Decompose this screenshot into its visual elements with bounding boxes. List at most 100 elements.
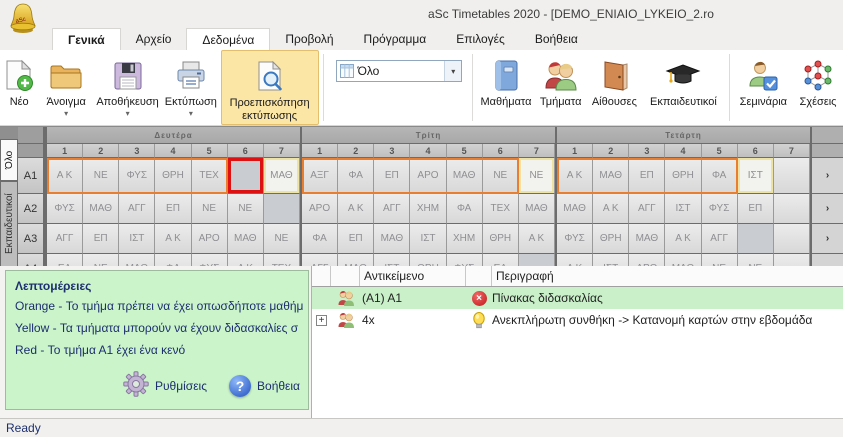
timetable-cell[interactable]: ΦΑ xyxy=(155,254,191,266)
timetable-cell[interactable]: ΕΠ xyxy=(155,194,191,224)
timetable-cell[interactable]: Α Κ xyxy=(155,224,191,254)
timetable-cell[interactable]: ΤΕΧ xyxy=(192,158,228,194)
timetable-cell[interactable]: ΙΣΤ xyxy=(119,224,155,254)
timetable-cell[interactable]: ΕΛ xyxy=(483,254,519,266)
timetable-cell[interactable]: ΜΑΘ xyxy=(119,254,155,266)
timetable-cell[interactable]: ΕΠ xyxy=(629,158,665,194)
timetable-cell[interactable]: ΘΡΗ xyxy=(155,158,191,194)
timetable-cell[interactable]: ΜΑΘ xyxy=(593,158,629,194)
new-button[interactable]: Νέο xyxy=(0,50,38,125)
timetable-cell[interactable]: ΜΑΘ xyxy=(374,224,410,254)
timetable-cell[interactable]: ΝΕ xyxy=(483,158,519,194)
combo-dropdown-arrow-icon[interactable]: ▾ xyxy=(444,61,461,81)
classes-button[interactable]: Τμήματα xyxy=(535,50,587,125)
tab-epiloges[interactable]: Επιλογές xyxy=(441,28,520,50)
settings-gear-icon[interactable] xyxy=(123,371,149,400)
timetable-cell[interactable]: ΜΑΘ xyxy=(665,254,701,266)
timetable-cell[interactable]: ΦΑ xyxy=(447,194,483,224)
rooms-button[interactable]: Αίθουσες xyxy=(587,50,643,125)
timetable-cell[interactable]: ΙΣΤ xyxy=(665,194,701,224)
issues-header-object[interactable]: Αντικείμενο xyxy=(360,266,466,286)
timetable-cell[interactable]: ΝΕ xyxy=(264,224,300,254)
help-button[interactable]: Βοήθεια xyxy=(257,379,300,393)
timetable-cell[interactable]: ΑΓΓ xyxy=(302,254,338,266)
timetable-cell[interactable]: ΦΑ xyxy=(302,224,338,254)
timetable-cell[interactable]: ΦΑ xyxy=(702,158,738,194)
dropdown-caret-icon[interactable]: ▾ xyxy=(189,109,193,118)
subjects-button[interactable]: Μαθήματα xyxy=(477,50,535,125)
row-overflow-marker[interactable]: › xyxy=(810,254,843,266)
timetable-cell[interactable]: ΘΡΗ xyxy=(665,158,701,194)
dropdown-caret-icon[interactable]: ▾ xyxy=(126,109,130,118)
timetable-cell[interactable]: ΑΡΟ xyxy=(410,158,446,194)
timetable-cell[interactable]: ΘΡΗ xyxy=(483,224,519,254)
timetable-cell[interactable] xyxy=(774,194,810,224)
timetable-cell[interactable]: ΕΠ xyxy=(738,194,774,224)
timetable-cell[interactable]: ΑΞΓ xyxy=(302,158,338,194)
relations-button[interactable]: Σχέσεις xyxy=(793,50,843,125)
timetable-cell[interactable]: ΕΛ xyxy=(47,254,83,266)
timetable-cell[interactable]: ΜΑΘ xyxy=(447,158,483,194)
timetable-cell[interactable]: ΑΓΓ xyxy=(374,194,410,224)
timetable-cell[interactable] xyxy=(519,254,555,266)
seminars-button[interactable]: Σεμινάρια xyxy=(734,50,793,125)
timetable-cell[interactable]: Α Κ xyxy=(557,254,593,266)
timetable-cell[interactable]: ΦΥΣ xyxy=(119,158,155,194)
timetable-cell[interactable]: ΑΓΓ xyxy=(702,224,738,254)
tab-programma[interactable]: Πρόγραμμα xyxy=(349,28,442,50)
row-overflow-marker[interactable]: › xyxy=(810,224,843,254)
timetable-cell[interactable]: ΜΑΘ xyxy=(83,194,119,224)
tab-voitheia[interactable]: Βοήθεια xyxy=(520,28,593,50)
timetable-cell[interactable]: ΝΕ xyxy=(228,194,264,224)
tab-provoli[interactable]: Προβολή xyxy=(270,28,348,50)
timetable-cell[interactable]: ΑΡΟ xyxy=(629,254,665,266)
save-button[interactable]: Αποθήκευση ▾ xyxy=(94,50,161,125)
timetable-cell[interactable]: Α Κ xyxy=(338,194,374,224)
timetable-cell[interactable]: ΝΕ xyxy=(702,254,738,266)
timetable-cell[interactable]: ΜΑΘ xyxy=(338,254,374,266)
row-overflow-marker[interactable]: › xyxy=(810,158,843,194)
timetable-cell[interactable]: ΑΓΓ xyxy=(47,224,83,254)
teachers-button[interactable]: Εκπαιδευτικοί xyxy=(642,50,724,125)
timetable-cell[interactable]: ΕΠ xyxy=(374,158,410,194)
timetable-cell[interactable]: Α Κ xyxy=(47,158,83,194)
class-row-header[interactable]: A1 xyxy=(18,158,45,194)
timetable-cell[interactable]: ΦΥΣ xyxy=(702,194,738,224)
issue-row[interactable]: + 4x Ανεκπλήρωτη συνθήκη -> Κατανομή κα xyxy=(312,309,843,331)
timetable-cell[interactable]: ΤΕΧ xyxy=(264,254,300,266)
timetable-cell[interactable] xyxy=(774,224,810,254)
open-button[interactable]: Άνοιγμα ▾ xyxy=(38,50,94,125)
print-preview-button[interactable]: Προεπισκόπηση εκτύπωσης xyxy=(221,50,319,125)
class-row-header[interactable]: A2 xyxy=(18,194,45,224)
timetable-cell[interactable]: ΜΑΘ xyxy=(519,194,555,224)
timetable-cell[interactable]: ΝΕ xyxy=(738,254,774,266)
tab-genika[interactable]: Γενικά xyxy=(52,28,121,50)
dropdown-caret-icon[interactable]: ▾ xyxy=(64,109,68,118)
timetable-cell[interactable]: Α Κ xyxy=(665,224,701,254)
tab-dedomena[interactable]: Δεδομένα xyxy=(186,28,270,50)
timetable-cell[interactable] xyxy=(774,158,810,194)
timetable-cell[interactable] xyxy=(264,194,300,224)
timetable-cell[interactable]: ΙΣΤ xyxy=(374,254,410,266)
timetable-cell[interactable]: ΘΡΗ xyxy=(593,224,629,254)
timetable-cell[interactable]: ΦΑ xyxy=(338,158,374,194)
view-select-combo[interactable]: Όλο ▾ xyxy=(336,60,463,82)
timetable-cell[interactable]: ΘΡΗ xyxy=(410,254,446,266)
timetable-cell[interactable]: Α Κ xyxy=(228,254,264,266)
class-row-header[interactable]: A4 xyxy=(18,254,45,266)
timetable-cell[interactable] xyxy=(738,224,774,254)
timetable-cell[interactable]: ΜΑΘ xyxy=(557,194,593,224)
timetable-cell[interactable]: ΤΕΧ xyxy=(483,194,519,224)
timetable-cell[interactable]: ΜΑΘ xyxy=(228,224,264,254)
class-row-header[interactable]: A3 xyxy=(18,224,45,254)
help-icon[interactable]: ? xyxy=(229,375,251,397)
expand-icon[interactable]: + xyxy=(316,315,327,326)
timetable-cell[interactable]: ΦΥΣ xyxy=(557,224,593,254)
timetable-cell[interactable]: Α Κ xyxy=(519,224,555,254)
side-tab-all[interactable]: Όλο xyxy=(0,139,18,181)
asc-bell-logo-icon[interactable]: aSc xyxy=(8,2,38,34)
timetable-cell[interactable]: ΙΣΤ xyxy=(593,254,629,266)
timetable-cell[interactable]: ΙΣΤ xyxy=(410,224,446,254)
timetable-cell[interactable]: ΝΕ xyxy=(519,158,555,194)
timetable-cell[interactable]: ΧΗΜ xyxy=(447,224,483,254)
